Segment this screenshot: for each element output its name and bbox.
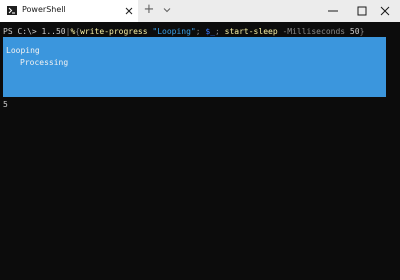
tab-powershell[interactable]: PowerShell: [0, 0, 138, 22]
string-arg: "Looping": [152, 27, 196, 36]
progress-activity: Looping: [6, 46, 40, 55]
cmdlet-start-sleep: start-sleep: [224, 27, 278, 36]
range-token: 1..50: [41, 27, 66, 36]
parameter-token: -Milliseconds: [282, 27, 346, 36]
title-bar: PowerShell +: [0, 0, 400, 22]
cmdlet-write-progress: write-progress: [80, 27, 148, 36]
dropdown-chevron-icon[interactable]: [162, 4, 172, 16]
terminal-window: PowerShell + PS C:\> 1..50|%{write-progr…: [0, 0, 400, 280]
tab-title: PowerShell: [22, 5, 66, 14]
separator-token: ;: [195, 27, 206, 36]
powershell-icon: [7, 6, 17, 15]
minimize-button[interactable]: [318, 0, 348, 22]
tab-close-icon[interactable]: [124, 5, 134, 17]
close-icon: [380, 6, 390, 16]
close-window-button[interactable]: [370, 0, 400, 22]
minimize-icon: [328, 10, 338, 12]
command-line: PS C:\> 1..50|%{write-progress "Looping"…: [3, 26, 364, 37]
terminal-pane[interactable]: PS C:\> 1..50|%{write-progress "Looping"…: [0, 22, 400, 280]
prompt: PS C:\>: [3, 27, 42, 36]
brace-close-token: }: [359, 27, 365, 36]
output-line: 5: [3, 100, 8, 109]
variable-token: $_: [205, 27, 216, 36]
progress-status: Processing: [20, 58, 69, 67]
maximize-icon: [357, 6, 367, 16]
new-tab-button[interactable]: +: [143, 3, 155, 17]
number-arg: 50: [349, 27, 360, 36]
separator-token-2: ;: [215, 27, 225, 36]
